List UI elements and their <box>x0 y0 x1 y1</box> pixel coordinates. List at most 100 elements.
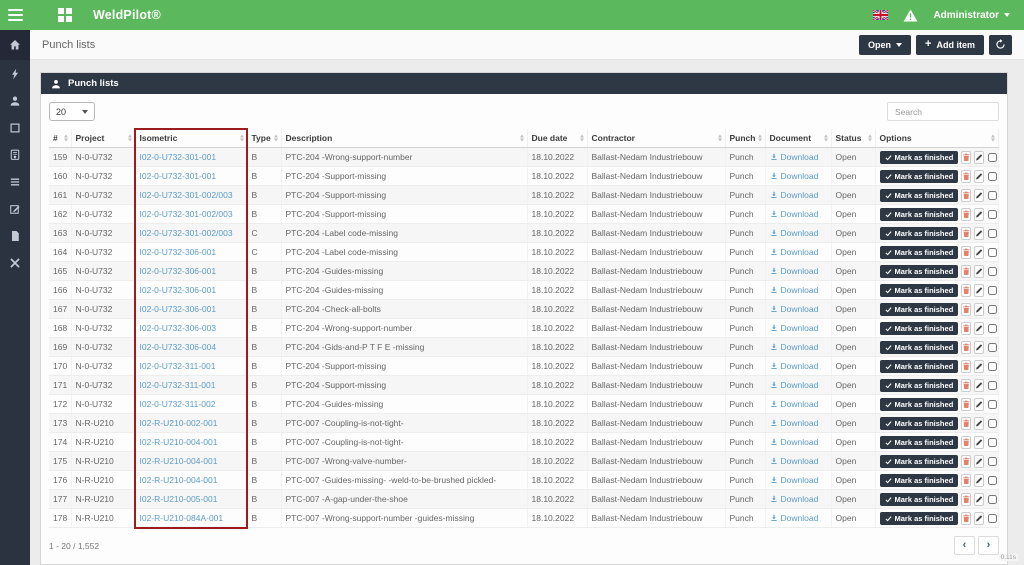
column-header-document[interactable]: Document <box>765 129 831 148</box>
mark-as-finished-button[interactable]: Mark as finished <box>880 493 959 506</box>
download-link[interactable]: Download <box>770 247 827 257</box>
isometric-link[interactable]: I02-0-U732-306-001 <box>140 285 217 295</box>
edit-button[interactable] <box>974 284 985 297</box>
column-header-status[interactable]: Status <box>831 129 875 148</box>
isometric-link[interactable]: I02-0-U732-306-004 <box>140 342 217 352</box>
delete-button[interactable] <box>961 322 972 335</box>
row-checkbox[interactable] <box>988 324 997 333</box>
delete-button[interactable] <box>961 284 972 297</box>
mark-as-finished-button[interactable]: Mark as finished <box>880 322 959 335</box>
mark-as-finished-button[interactable]: Mark as finished <box>880 379 959 392</box>
sidebar-item-certificate[interactable] <box>0 141 30 168</box>
isometric-link[interactable]: I02-R-U210-004-001 <box>140 475 218 485</box>
isometric-link[interactable]: I02-0-U732-301-002/003 <box>140 209 233 219</box>
mark-as-finished-button[interactable]: Mark as finished <box>880 208 959 221</box>
isometric-link[interactable]: I02-R-U210-084A-001 <box>140 513 224 523</box>
row-checkbox[interactable] <box>988 438 997 447</box>
row-checkbox[interactable] <box>988 210 997 219</box>
row-checkbox[interactable] <box>988 248 997 257</box>
download-link[interactable]: Download <box>770 323 827 333</box>
column-header-contractor[interactable]: Contractor <box>587 129 725 148</box>
next-page-button[interactable]: › <box>978 536 999 555</box>
download-link[interactable]: Download <box>770 380 827 390</box>
edit-button[interactable] <box>974 208 985 221</box>
edit-button[interactable] <box>974 189 985 202</box>
isometric-link[interactable]: I02-0-U732-301-002/003 <box>140 190 233 200</box>
download-link[interactable]: Download <box>770 228 827 238</box>
row-checkbox[interactable] <box>988 419 997 428</box>
delete-button[interactable] <box>961 455 972 468</box>
row-checkbox[interactable] <box>988 381 997 390</box>
edit-button[interactable] <box>974 303 985 316</box>
sidebar-item-tools[interactable] <box>0 249 30 276</box>
prev-page-button[interactable]: ‹ <box>954 536 975 555</box>
download-link[interactable]: Download <box>770 342 827 352</box>
sidebar-item-frame[interactable] <box>0 114 30 141</box>
download-link[interactable]: Download <box>770 437 827 447</box>
download-link[interactable]: Download <box>770 399 827 409</box>
edit-button[interactable] <box>974 170 985 183</box>
isometric-link[interactable]: I02-0-U732-306-001 <box>140 247 217 257</box>
mark-as-finished-button[interactable]: Mark as finished <box>880 170 959 183</box>
open-filter-button[interactable]: Open <box>859 35 911 55</box>
download-link[interactable]: Download <box>770 285 827 295</box>
uk-flag-icon[interactable] <box>873 10 888 20</box>
sidebar-item-edit[interactable] <box>0 195 30 222</box>
menu-icon[interactable] <box>0 9 30 21</box>
row-checkbox[interactable] <box>988 476 997 485</box>
edit-button[interactable] <box>974 474 985 487</box>
edit-button[interactable] <box>974 341 985 354</box>
mark-as-finished-button[interactable]: Mark as finished <box>880 151 959 164</box>
isometric-link[interactable]: I02-0-U732-301-001 <box>140 152 217 162</box>
isometric-link[interactable]: I02-0-U732-311-001 <box>140 361 216 371</box>
edit-button[interactable] <box>974 493 985 506</box>
download-link[interactable]: Download <box>770 418 827 428</box>
download-link[interactable]: Download <box>770 361 827 371</box>
delete-button[interactable] <box>961 360 972 373</box>
row-checkbox[interactable] <box>988 267 997 276</box>
row-checkbox[interactable] <box>988 457 997 466</box>
row-checkbox[interactable] <box>988 153 997 162</box>
warning-icon[interactable] <box>903 9 918 22</box>
row-checkbox[interactable] <box>988 191 997 200</box>
isometric-link[interactable]: I02-0-U732-306-001 <box>140 304 217 314</box>
row-checkbox[interactable] <box>988 400 997 409</box>
delete-button[interactable] <box>961 436 972 449</box>
isometric-link[interactable]: I02-R-U210-004-001 <box>140 437 218 447</box>
edit-button[interactable] <box>974 512 985 525</box>
delete-button[interactable] <box>961 398 972 411</box>
mark-as-finished-button[interactable]: Mark as finished <box>880 284 959 297</box>
download-link[interactable]: Download <box>770 190 827 200</box>
edit-button[interactable] <box>974 455 985 468</box>
row-checkbox[interactable] <box>988 286 997 295</box>
edit-button[interactable] <box>974 417 985 430</box>
download-link[interactable]: Download <box>770 456 827 466</box>
delete-button[interactable] <box>961 227 972 240</box>
column-header-isometric[interactable]: Isometric <box>135 129 247 148</box>
row-checkbox[interactable] <box>988 514 997 523</box>
download-link[interactable]: Download <box>770 304 827 314</box>
edit-button[interactable] <box>974 398 985 411</box>
row-checkbox[interactable] <box>988 362 997 371</box>
edit-button[interactable] <box>974 151 985 164</box>
isometric-link[interactable]: I02-R-U210-002-001 <box>140 418 218 428</box>
row-checkbox[interactable] <box>988 229 997 238</box>
sidebar-item-bolt[interactable] <box>0 60 30 87</box>
mark-as-finished-button[interactable]: Mark as finished <box>880 436 959 449</box>
download-link[interactable]: Download <box>770 209 827 219</box>
refresh-button[interactable] <box>989 35 1012 55</box>
download-link[interactable]: Download <box>770 152 827 162</box>
delete-button[interactable] <box>961 208 972 221</box>
isometric-link[interactable]: I02-0-U732-311-001 <box>140 380 216 390</box>
download-link[interactable]: Download <box>770 494 827 504</box>
mark-as-finished-button[interactable]: Mark as finished <box>880 246 959 259</box>
delete-button[interactable] <box>961 512 972 525</box>
sidebar-item-home[interactable] <box>0 30 30 60</box>
page-size-select[interactable]: 20 <box>49 102 95 121</box>
delete-button[interactable] <box>961 303 972 316</box>
search-input[interactable] <box>887 102 999 121</box>
row-checkbox[interactable] <box>988 495 997 504</box>
user-menu[interactable]: Administrator <box>933 10 1010 21</box>
delete-button[interactable] <box>961 474 972 487</box>
mark-as-finished-button[interactable]: Mark as finished <box>880 360 959 373</box>
